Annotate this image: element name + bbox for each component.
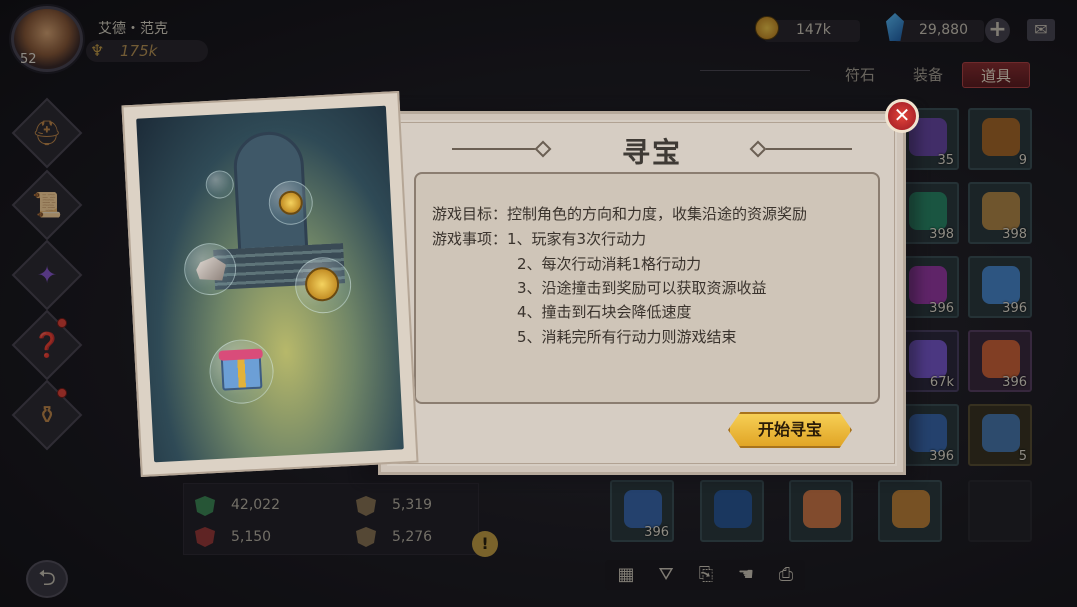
- dialog-title: 寻宝: [622, 136, 683, 169]
- treasure-illustration-card: [121, 90, 419, 478]
- close-icon: ✕: [893, 103, 911, 127]
- rule-item-4: 4、撞击到石块会降低速度: [517, 303, 692, 321]
- rule-item-1: 游戏事项：1、玩家有3次行动力: [432, 230, 647, 248]
- rule-goal: 游戏目标：控制角色的方向和力度，收集沿途的资源奖励: [432, 205, 808, 223]
- treasure-illustration: [136, 105, 404, 463]
- close-dialog-button[interactable]: ✕: [885, 99, 919, 133]
- small-gift-bubble: [205, 169, 235, 200]
- title-ornament-left: [452, 148, 538, 150]
- rule-item-2: 2、每次行动消耗1格行动力: [517, 255, 702, 273]
- start-treasure-hunt-button[interactable]: 开始寻宝: [728, 412, 852, 448]
- title-ornament-right: [766, 148, 852, 150]
- rule-item-5: 5、消耗完所有行动力则游戏结束: [517, 328, 737, 346]
- rule-item-3: 3、沿途撞击到奖励可以获取资源收益: [517, 279, 767, 297]
